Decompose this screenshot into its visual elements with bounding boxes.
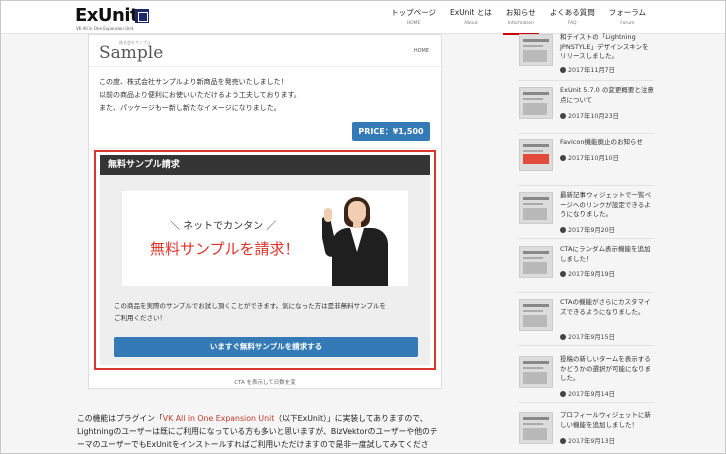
logo-text: ExUnit	[75, 5, 139, 26]
body-line: また、パッケージも一新し新たなイメージになりました。	[99, 104, 281, 112]
site-header: ExUnit VK All in One Expansion Unit トップペ…	[1, 1, 725, 35]
post-date: 2017年9月13日	[560, 436, 615, 445]
cta-banner-image: ＼ ネットでカンタン ／ 無料サンプルを請求！	[122, 191, 408, 286]
sample-header: 株式会社サンプル Sample HOME	[89, 35, 441, 67]
browser-frame: ExUnit VK All in One Expansion Unit トップペ…	[0, 0, 726, 454]
nav-label: お知らせ	[505, 8, 536, 17]
post-title[interactable]: CTAにランダム表示機能を追加しました！	[560, 245, 654, 264]
sidebar-post[interactable]: CTAの機能がさらにカスタマイズできるようになりました。 2017年9月15日	[518, 296, 654, 346]
sidebar-post[interactable]: 最新記事ウィジェットで一覧ページへのリンクが設定できるようになりました。 201…	[518, 189, 654, 239]
body-line: 以前の商品より便利にお使いいただけるよう工夫しております。	[99, 91, 301, 99]
sidebar-post[interactable]: プロフィールウィジェットに新しい機能を追加しました！ 2017年9月13日	[518, 409, 654, 453]
cta-text-line: この商品を実際のサンプルでお試し頂くことができます。気になった方は是非無料サンプ…	[114, 302, 386, 310]
clock-icon	[560, 67, 566, 73]
banner-tagline: ＼ ネットでカンタン ／	[170, 221, 277, 232]
post-title[interactable]: ExUnit 5.7.0 の変更概要と注意点について	[560, 86, 654, 105]
body-line: この度、株式会社サンプルより新商品を発売いたしました！	[99, 78, 288, 86]
clock-icon	[560, 113, 566, 119]
clock-icon	[560, 271, 566, 277]
nav-label: よくある質問	[549, 8, 595, 17]
clock-icon	[560, 438, 566, 444]
post-thumbnail[interactable]	[519, 246, 553, 278]
nav-sublabel: HOME	[406, 21, 421, 26]
article-body: この機能はプラグイン「VK All in One Expansion Unit（…	[77, 412, 447, 451]
post-title[interactable]: CTAの機能がさらにカスタマイズできるようになりました。	[560, 298, 654, 317]
post-date: 2017年10月23日	[560, 111, 619, 120]
sample-body-text: この度、株式会社サンプルより新商品を発売いたしました！ 以前の商品より便利にお使…	[99, 76, 301, 115]
article-text: （以下ExUnit）」に実装してありますので、	[274, 414, 428, 423]
cta-text-line: ご利用ください！	[114, 314, 166, 322]
nav-sublabel: Forum	[620, 21, 635, 26]
post-title[interactable]: プロフィールウィジェットに新しい機能を追加しました！	[560, 411, 654, 430]
sidebar-post[interactable]: CTAにランダム表示機能を追加しました！ 2017年9月19日	[518, 243, 654, 293]
article-text: この機能はプラグイン「	[77, 414, 163, 423]
sample-logo: Sample	[99, 43, 164, 63]
nav-sublabel: About	[464, 21, 478, 26]
cta-box: 無料サンプル請求 ＼ ネットでカンタン ／ 無料サンプルを請求！ この商品を実際…	[100, 155, 430, 365]
businesswoman-illustration	[322, 191, 408, 286]
post-date: 2017年9月19日	[560, 269, 615, 278]
post-title[interactable]: 最新記事ウィジェットで一覧ページへのリンクが設定できるようになりました。	[560, 191, 654, 220]
post-thumbnail[interactable]	[519, 356, 553, 388]
cta-highlight-frame: 無料サンプル請求 ＼ ネットでカンタン ／ 無料サンプルを請求！ この商品を実際…	[94, 150, 436, 370]
post-title[interactable]: Favicon機能廃止のお知らせ	[560, 138, 654, 148]
article-line: ーマのユーザーでもExUnitをインストールすればご利用いただけますので是非一度…	[77, 440, 429, 449]
divider	[89, 148, 441, 149]
post-title[interactable]: 和テイストの「Lightning JPNSTYLE」デザインスキンをリリースしま…	[560, 33, 654, 62]
recent-posts-sidebar: 和テイストの「Lightning JPNSTYLE」デザインスキンをリリースしま…	[518, 31, 654, 453]
sidebar-post[interactable]: 和テイストの「Lightning JPNSTYLE」デザインスキンをリリースしま…	[518, 31, 654, 81]
sample-home-link: HOME	[413, 48, 429, 54]
clock-icon	[560, 334, 566, 340]
post-thumbnail[interactable]	[519, 34, 553, 66]
sample-page-screenshot: 株式会社サンプル Sample HOME この度、株式会社サンプルより新商品を発…	[88, 34, 442, 389]
sidebar-post[interactable]: ExUnit 5.7.0 の変更概要と注意点について 2017年10月23日	[518, 84, 654, 134]
clock-icon	[560, 155, 566, 161]
post-thumbnail[interactable]	[519, 192, 553, 224]
post-thumbnail[interactable]	[519, 139, 553, 171]
nav-item-about[interactable]: ExUnit とは About	[443, 8, 499, 34]
post-thumbnail[interactable]	[519, 87, 553, 119]
post-date: 2017年9月15日	[560, 332, 615, 341]
clock-icon	[560, 391, 566, 397]
post-date: 2017年10月10日	[560, 153, 619, 162]
post-thumbnail[interactable]	[519, 299, 553, 331]
screenshot-caption: CTA を表示して日数を変	[234, 380, 296, 386]
post-date: 2017年9月14日	[560, 389, 615, 398]
banner-headline: 無料サンプルを請求！	[150, 240, 300, 258]
price-button: PRICE：¥1,500	[352, 122, 430, 141]
request-sample-button: いますぐ無料サンプルを請求する	[114, 337, 418, 357]
post-date: 2017年11月7日	[560, 65, 615, 74]
cta-title: 無料サンプル請求	[100, 155, 430, 175]
site-logo[interactable]: ExUnit VK All in One Expansion Unit	[75, 5, 165, 31]
sidebar-post[interactable]: Favicon機能廃止のお知らせ 2017年10月10日	[518, 136, 654, 186]
article-line: この機能はプラグイン「VK All in One Expansion Unit（…	[77, 412, 447, 425]
plugin-link[interactable]: VK All in One Expansion Unit	[163, 414, 275, 423]
article-line: Lightningのユーザーは既にご利用になっている方も多いと思いますが、Biz…	[77, 427, 438, 436]
clock-icon	[560, 227, 566, 233]
main-content: 株式会社サンプル Sample HOME この度、株式会社サンプルより新商品を発…	[75, 34, 455, 453]
sidebar-post[interactable]: 投稿の新しいタームを表示するかどうかの選択が可能になりました。 2017年9月1…	[518, 353, 654, 403]
nav-label: フォーラム	[608, 8, 646, 17]
nav-label: ExUnit とは	[450, 8, 492, 17]
post-date: 2017年9月20日	[560, 225, 615, 234]
logo-subtitle: VK All in One Expansion Unit	[76, 26, 134, 31]
post-title[interactable]: 投稿の新しいタームを表示するかどうかの選択が可能になりました。	[560, 355, 654, 384]
cta-description: この商品を実際のサンプルでお試し頂くことができます。気になった方は是非無料サンプ…	[114, 300, 418, 324]
nav-label: トップページ	[391, 8, 437, 17]
nav-sublabel: FAQ	[567, 21, 577, 26]
post-thumbnail[interactable]	[519, 412, 553, 444]
nav-item-home[interactable]: トップページ HOME	[384, 8, 443, 34]
nav-sublabel: Information	[507, 21, 534, 26]
logo-mark-icon	[135, 9, 149, 23]
